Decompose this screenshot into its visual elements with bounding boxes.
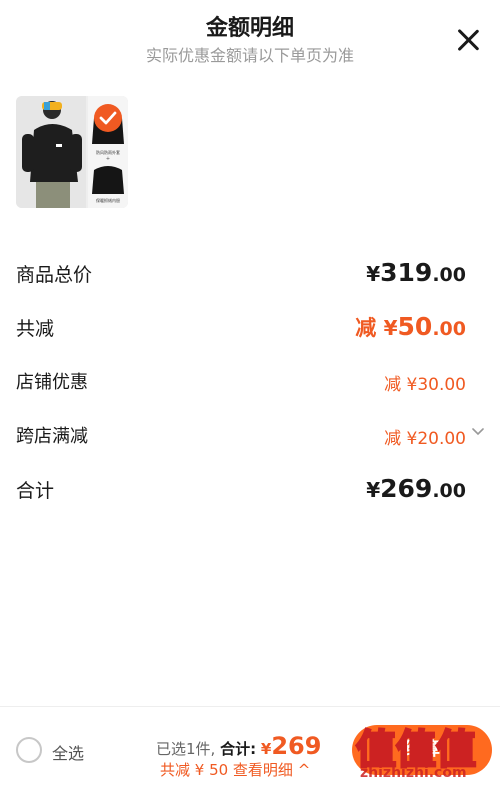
- product-thumbnail[interactable]: 防风防雨外套 + 保暖抓绒内胆: [16, 96, 128, 208]
- row-label: 跨店满减: [16, 426, 88, 447]
- thumb-plus: +: [106, 156, 110, 162]
- row-amount: 减 ¥20.00: [384, 429, 466, 449]
- row-grand-total: 合计 ¥269.00: [16, 470, 466, 510]
- row-subtotal: 商品总价 ¥319.00: [16, 254, 466, 294]
- row-cross-shop-discount[interactable]: 跨店满减 减 ¥20.00: [16, 416, 466, 456]
- total-label: 合计:: [220, 740, 257, 758]
- selected-check-icon: [94, 104, 122, 132]
- row-label: 店铺优惠: [16, 372, 88, 393]
- page-subtitle: 实际优惠金额请以下单页为准: [145, 46, 354, 65]
- row-amount: 减 ¥50.00: [355, 312, 466, 341]
- row-label: 共减: [16, 318, 55, 340]
- selected-count: 已选1件,: [156, 740, 216, 758]
- view-details-link[interactable]: 共减 ¥ 50 查看明细 ^: [160, 759, 310, 780]
- total-currency: ¥: [260, 740, 272, 758]
- row-amount: ¥319.00: [366, 258, 466, 287]
- total-value: 269: [271, 732, 322, 760]
- select-all-label[interactable]: 全选: [52, 740, 84, 764]
- row-total-discount: 共减 减 ¥50.00: [16, 308, 466, 348]
- select-all-radio[interactable]: [16, 737, 42, 763]
- row-amount: 减 ¥30.00: [384, 375, 466, 395]
- chevron-down-icon[interactable]: [472, 426, 484, 438]
- checkout-bar: 全选 已选1件, 合计: ¥269 共减 ¥ 50 查看明细 ^ 结算 值值值 …: [0, 706, 500, 785]
- thumb-label-2: 保暖抓绒内胆: [96, 197, 120, 203]
- row-shop-discount: 店铺优惠 减 ¥30.00: [16, 362, 466, 402]
- row-label: 商品总价: [16, 264, 93, 286]
- watermark-text: zhizhizhi.com: [360, 765, 467, 781]
- selected-summary: 已选1件, 合计: ¥269: [156, 732, 321, 760]
- row-label: 合计: [16, 480, 55, 502]
- close-icon[interactable]: [456, 28, 480, 52]
- header: 金额明细 实际优惠金额请以下单页为准: [0, 0, 500, 80]
- row-amount: ¥269.00: [366, 474, 466, 503]
- product-image: 防风防雨外套 + 保暖抓绒内胆: [16, 96, 128, 208]
- thumb-label-1: 防风防雨外套: [96, 149, 120, 155]
- page-title: 金额明细: [205, 16, 294, 41]
